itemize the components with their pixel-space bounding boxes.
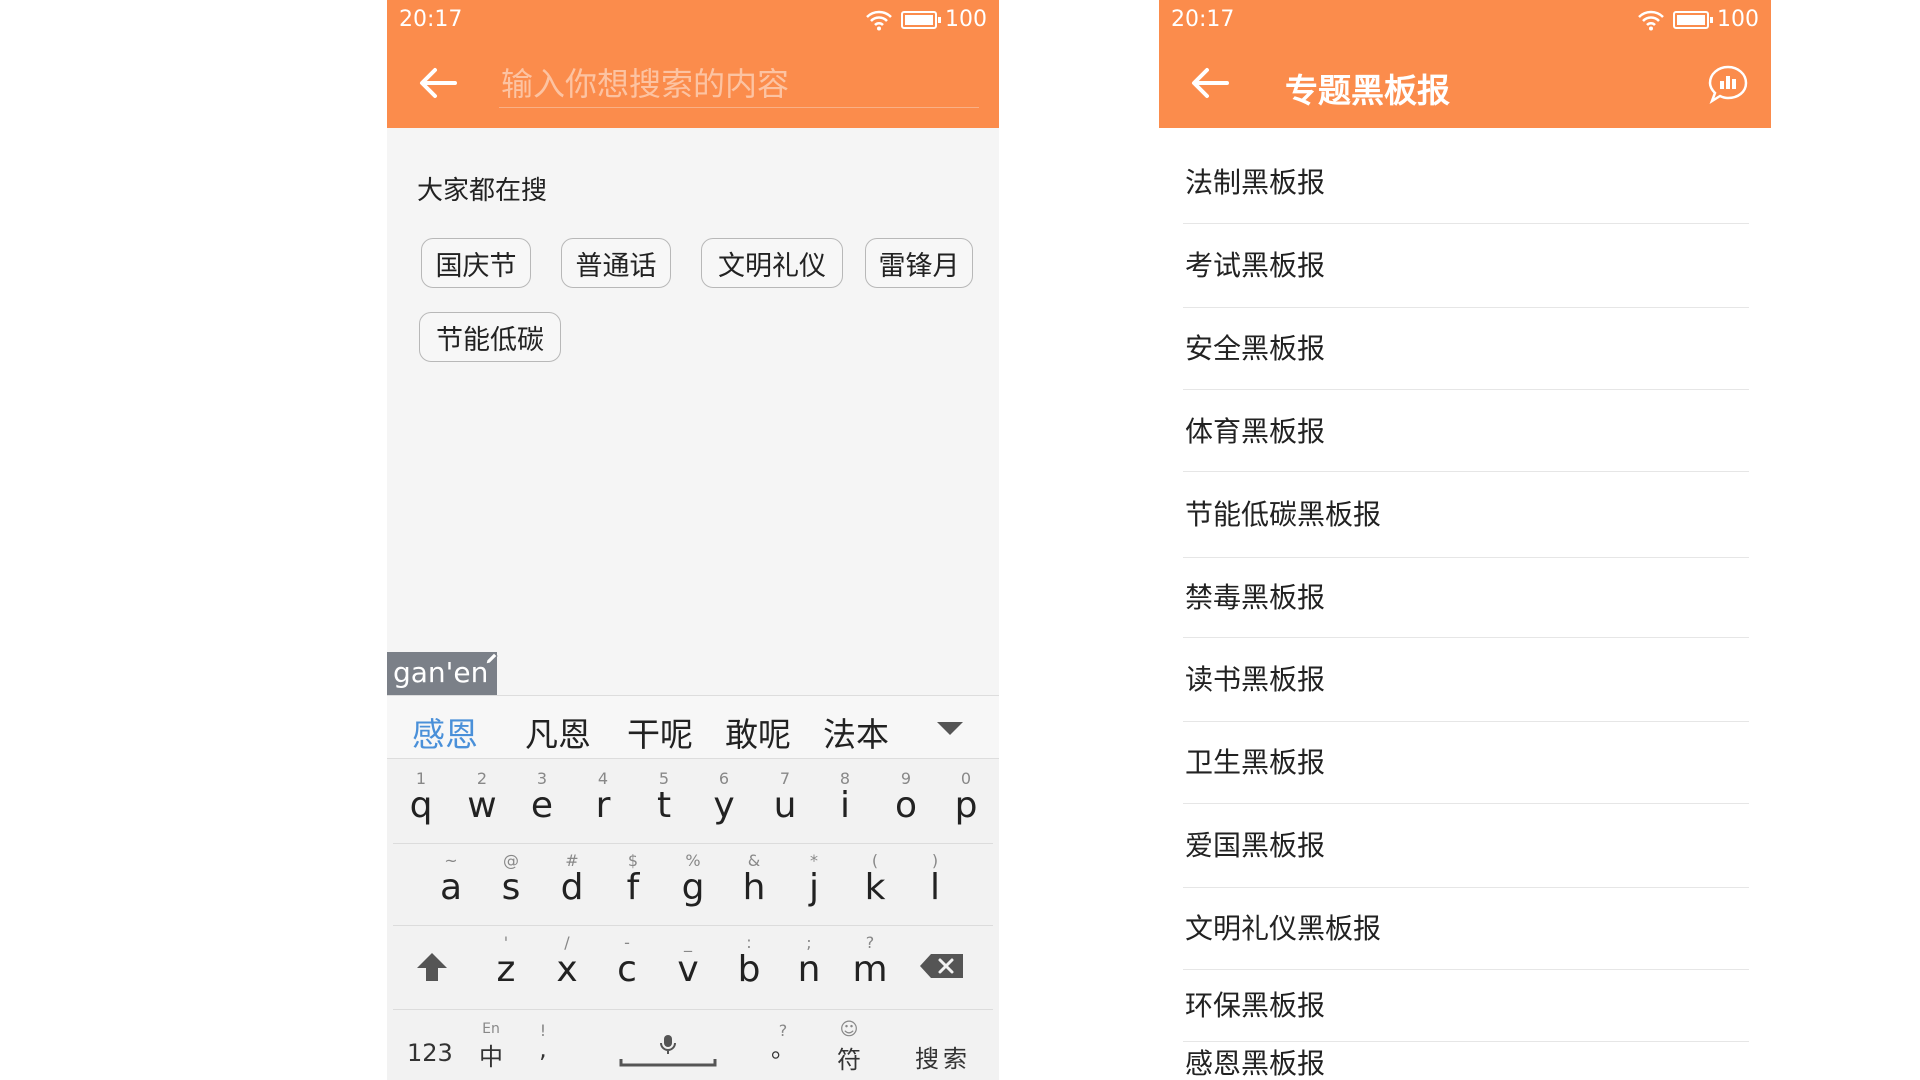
- list-item[interactable]: 法制黑板报: [1183, 128, 1749, 224]
- status-time: 20:17: [399, 7, 463, 32]
- key[interactable]: / x: [542, 933, 592, 988]
- topic-list-screen: 20:17 100 专题黑板报 法制黑板报 考试黑板报 安全黑板报 体育黑板报 …: [1159, 0, 1771, 1080]
- ime-candidate[interactable]: 感恩: [412, 708, 478, 756]
- list-item[interactable]: 感恩黑板报: [1183, 1042, 1749, 1080]
- battery-icon: [1673, 10, 1713, 29]
- key[interactable]: ~ a: [426, 851, 476, 906]
- key[interactable]: ' z: [481, 933, 531, 988]
- key[interactable]: $ f: [608, 851, 658, 906]
- key[interactable]: ) l: [910, 851, 960, 906]
- ime-candidate[interactable]: 干呢: [627, 708, 693, 756]
- wifi-icon: [1638, 10, 1664, 30]
- list-item[interactable]: 环保黑板报: [1183, 970, 1749, 1042]
- status-time: 20:17: [1171, 7, 1235, 32]
- hot-search-tag[interactable]: 雷锋月: [865, 238, 973, 288]
- search-screen: 20:17 100 大家都在搜 国庆节 普通话 文明礼仪 雷锋月 节能低碳 ga…: [387, 0, 999, 1080]
- space-key[interactable]: [619, 1029, 717, 1069]
- status-bar: 20:17 100: [387, 0, 999, 38]
- ime-keyboard: 1q 2w 3e 4r 5t 6y 7u 8i 9o 0p ~ a @ s # d $…: [387, 759, 999, 1080]
- list-item[interactable]: 节能低碳黑板报: [1183, 472, 1749, 558]
- battery-level: 100: [945, 7, 987, 32]
- list-item[interactable]: 体育黑板报: [1183, 390, 1749, 472]
- hot-search-tag[interactable]: 国庆节: [421, 238, 531, 288]
- ime-candidate-bar: 感恩 凡恩 干呢 敢呢 法本: [387, 695, 999, 759]
- search-bar: [387, 38, 999, 128]
- key[interactable]: ; n: [784, 933, 834, 988]
- ime-candidate[interactable]: 法本: [823, 708, 889, 756]
- key[interactable]: & h: [729, 851, 779, 906]
- top-app-bar: 专题黑板报: [1159, 38, 1771, 128]
- smiley-icon: ☺: [839, 1019, 859, 1040]
- symbol-key[interactable]: ☺ 符: [831, 1019, 867, 1075]
- shift-icon[interactable]: [415, 951, 449, 983]
- numeric-key[interactable]: 123: [407, 1039, 453, 1067]
- key[interactable]: 6y: [699, 769, 749, 824]
- key[interactable]: (k: [850, 851, 900, 906]
- search-key[interactable]: 搜索: [915, 1039, 971, 1074]
- feedback-icon[interactable]: [1707, 64, 1749, 104]
- back-arrow-icon[interactable]: [415, 63, 459, 103]
- key[interactable]: 5t: [639, 769, 689, 824]
- hot-search-tag[interactable]: 普通话: [561, 238, 671, 288]
- list-item[interactable]: 读书黑板报: [1183, 638, 1749, 722]
- ime-candidate[interactable]: 凡恩: [525, 708, 591, 756]
- pencil-icon[interactable]: [483, 651, 499, 667]
- ime-candidate[interactable]: 敢呢: [725, 708, 791, 756]
- key[interactable]: 7u: [760, 769, 810, 824]
- key[interactable]: # d: [547, 851, 597, 906]
- battery-icon: [901, 10, 941, 29]
- wifi-icon: [866, 10, 892, 30]
- period-key[interactable]: ? 。: [771, 1021, 795, 1061]
- key[interactable]: 4r: [578, 769, 628, 824]
- key[interactable]: 8i: [820, 769, 870, 824]
- key[interactable]: 0p: [941, 769, 991, 824]
- key[interactable]: 1q: [396, 769, 446, 824]
- hot-search-tag[interactable]: 节能低碳: [419, 312, 561, 362]
- hot-searches-title: 大家都在搜: [417, 176, 548, 206]
- backspace-icon[interactable]: [919, 953, 965, 979]
- key[interactable]: -c: [602, 933, 652, 988]
- battery-level: 100: [1717, 7, 1759, 32]
- key[interactable]: :b: [724, 933, 774, 988]
- key[interactable]: ? m: [845, 933, 895, 988]
- hot-search-tag[interactable]: 文明礼仪: [701, 238, 843, 288]
- status-bar: 20:17 100: [1159, 0, 1771, 38]
- key[interactable]: _ v: [663, 933, 713, 988]
- list-item[interactable]: 考试黑板报: [1183, 224, 1749, 308]
- key[interactable]: 2w: [457, 769, 507, 824]
- comma-key[interactable]: ! ,: [531, 1021, 555, 1061]
- list-item[interactable]: 文明礼仪黑板报: [1183, 888, 1749, 970]
- list-item[interactable]: 卫生黑板报: [1183, 722, 1749, 804]
- page-title: 专题黑板报: [1285, 71, 1450, 110]
- search-input[interactable]: [499, 66, 979, 108]
- language-switch-key[interactable]: En 中: [471, 1021, 511, 1072]
- list-item[interactable]: 爱国黑板报: [1183, 804, 1749, 888]
- list-item[interactable]: 禁毒黑板报: [1183, 558, 1749, 638]
- back-arrow-icon[interactable]: [1187, 63, 1231, 103]
- key[interactable]: * j: [789, 851, 839, 906]
- key[interactable]: % g: [668, 851, 718, 906]
- key[interactable]: 3e: [517, 769, 567, 824]
- ime-composition: gan'en: [387, 652, 497, 695]
- list-item[interactable]: 安全黑板报: [1183, 308, 1749, 390]
- key[interactable]: @ s: [486, 851, 536, 906]
- key[interactable]: 9o: [881, 769, 931, 824]
- chevron-down-icon[interactable]: [937, 722, 963, 735]
